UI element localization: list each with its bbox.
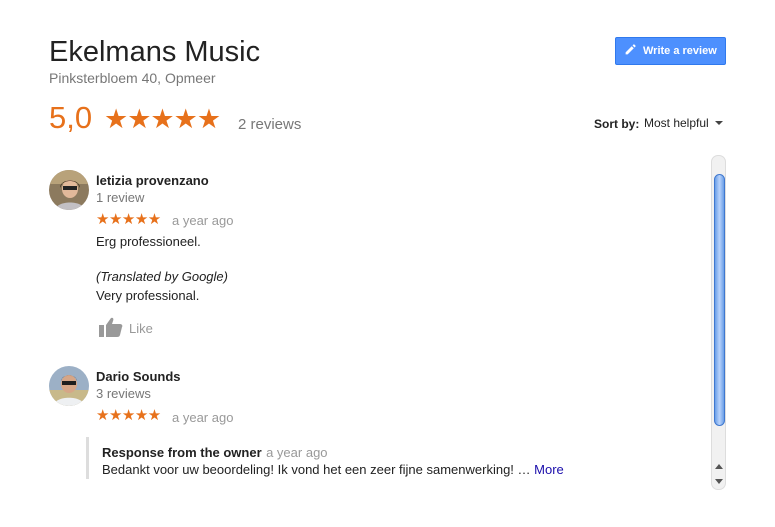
write-review-button[interactable]: Write a review	[615, 37, 726, 65]
review-author-name[interactable]: letizia provenzano	[96, 173, 209, 188]
review-star-icons: ★★★★★	[96, 211, 161, 228]
like-button[interactable]: Like	[99, 317, 153, 340]
sort-dropdown[interactable]: Most helpful	[644, 116, 723, 130]
translated-note: (Translated by Google)	[96, 269, 228, 284]
sort-label: Sort by:	[594, 117, 640, 131]
author-review-count[interactable]: 3 reviews	[96, 386, 151, 401]
owner-response-text: Bedankt voor uw beoordeling! Ik vond het…	[102, 462, 531, 477]
review-date: a year ago	[172, 213, 234, 228]
caret-down-icon	[714, 121, 723, 125]
thumbs-up-icon	[99, 317, 123, 340]
avatar[interactable]	[49, 170, 89, 210]
review-text: Erg professioneel.	[96, 234, 201, 249]
sort-value: Most helpful	[644, 116, 709, 130]
pencil-icon	[624, 43, 637, 59]
business-address: Pinksterbloem 40, Opmeer	[49, 70, 216, 86]
write-review-label: Write a review	[643, 45, 717, 57]
avatar[interactable]	[49, 366, 89, 406]
overall-rating: 5,0	[49, 100, 93, 135]
review-translation: Very professional.	[96, 288, 200, 303]
like-label: Like	[129, 321, 153, 336]
review-count-link[interactable]: 2 reviews	[238, 116, 301, 133]
scroll-down-arrow-icon[interactable]	[715, 479, 723, 484]
review-date: a year ago	[172, 410, 234, 425]
scrollbar-thumb[interactable]	[714, 174, 725, 426]
author-review-count[interactable]: 1 review	[96, 190, 144, 205]
more-link[interactable]: More	[534, 462, 564, 477]
owner-response-body: Bedankt voor uw beoordeling! Ik vond het…	[102, 462, 564, 477]
owner-response: Response from the owner a year ago Bedan…	[86, 437, 609, 479]
review-star-icons: ★★★★★	[96, 407, 161, 424]
owner-response-header: Response from the owner a year ago	[102, 444, 328, 462]
review-author-name[interactable]: Dario Sounds	[96, 369, 181, 384]
owner-response-date: a year ago	[266, 445, 328, 460]
overall-star-icons: ★★★★★	[104, 104, 221, 134]
business-name: Ekelmans Music	[49, 36, 261, 68]
owner-response-title: Response from the owner	[102, 445, 262, 460]
scroll-up-arrow-icon[interactable]	[715, 464, 723, 469]
reviews-scrollbar[interactable]	[711, 155, 726, 490]
